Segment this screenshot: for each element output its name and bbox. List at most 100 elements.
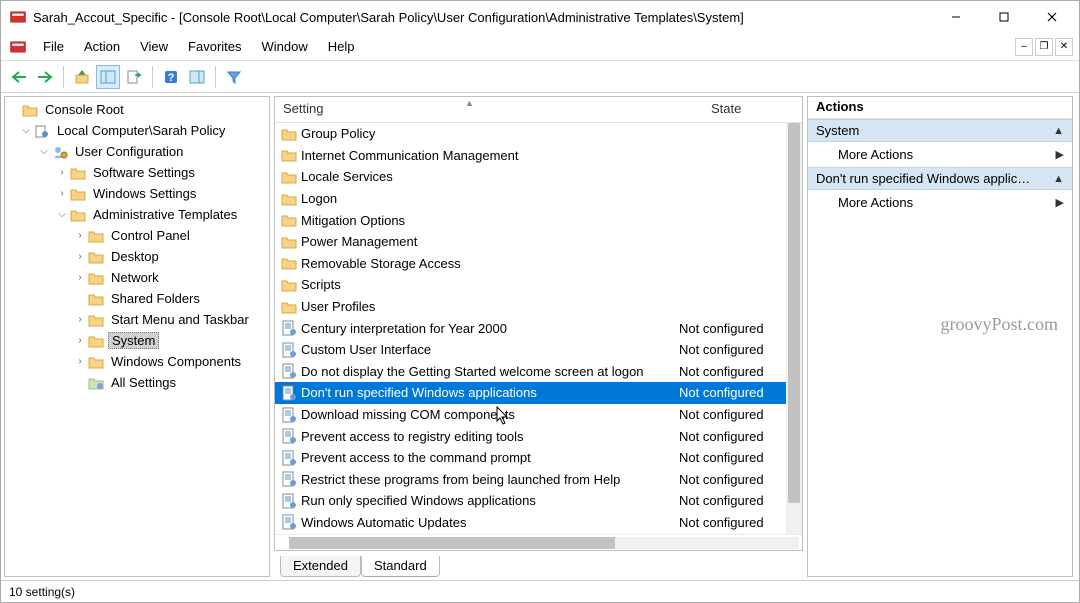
menu-view[interactable]: View [130,35,178,58]
row-label: Removable Storage Access [301,256,461,271]
help-button[interactable]: ? [159,65,183,89]
status-bar: 10 setting(s) [1,580,1079,602]
list-folder-item[interactable]: User Profiles [275,296,802,318]
row-label: Run only specified Windows applications [301,493,536,508]
up-button[interactable] [70,65,94,89]
menu-file[interactable]: File [33,35,74,58]
list-setting-item[interactable]: Prevent access to registry editing tools… [275,425,802,447]
list-setting-item[interactable]: Restrict these programs from being launc… [275,469,802,491]
mdi-restore-button[interactable]: ❐ [1035,38,1053,56]
chevron-right-icon: ▶ [1056,148,1064,161]
row-state: Not configured [679,515,764,530]
export-button[interactable] [122,65,146,89]
console-icon [9,38,27,56]
list-folder-item[interactable]: Logon [275,188,802,210]
tree-system[interactable]: › System [5,330,269,351]
filter-button[interactable] [222,65,246,89]
menu-favorites[interactable]: Favorites [178,35,251,58]
status-text: 10 setting(s) [9,585,75,599]
action-more-selected[interactable]: More Actions ▶ [808,190,1072,215]
show-hide-tree-button[interactable] [96,65,120,89]
list-setting-item[interactable]: Do not display the Getting Started welco… [275,361,802,383]
row-state: Not configured [679,321,764,336]
actions-panel: Actions System ▲ More Actions ▶ Don't ru… [807,96,1073,577]
list-folder-item[interactable]: Scripts [275,274,802,296]
list-setting-item[interactable]: Custom User Interface Not configured [275,339,802,361]
menu-bar: File Action View Favorites Window Help –… [1,33,1079,61]
row-label: Prevent access to registry editing tools [301,429,524,444]
show-hide-actions-button[interactable] [185,65,209,89]
list-setting-item[interactable]: Download missing COM componentsNot confi… [275,404,802,426]
row-label: Group Policy [301,126,375,141]
list-setting-item[interactable]: Prevent access to the command promptNot … [275,447,802,469]
list-folder-item[interactable]: Removable Storage Access [275,253,802,275]
close-button[interactable] [1029,2,1075,32]
row-label: Prevent access to the command prompt [301,450,531,465]
row-state: Not configured [679,385,764,400]
actions-header: Actions [808,97,1072,119]
mdi-minimize-button[interactable]: – [1015,38,1033,56]
action-group-system[interactable]: System ▲ [808,119,1072,142]
column-header-setting[interactable]: Setting [275,97,679,122]
tree-control-panel[interactable]: › Control Panel [5,225,269,246]
minimize-button[interactable] [933,2,979,32]
tree-local-computer-policy[interactable]: ⌵ Local Computer\Sarah Policy [5,120,269,141]
watermark: groovyPost.com [940,314,1058,335]
action-group-selected[interactable]: Don't run specified Windows applicat... … [808,167,1072,190]
chevron-up-icon: ▲ [1053,125,1064,137]
tree-windows-settings[interactable]: › Windows Settings [5,183,269,204]
forward-button[interactable] [33,65,57,89]
maximize-button[interactable] [981,2,1027,32]
back-button[interactable] [7,65,31,89]
tree-desktop[interactable]: › Desktop [5,246,269,267]
row-label: Century interpretation for Year 2000 [301,321,507,336]
tabs-bar: Extended Standard [274,553,803,577]
tab-standard[interactable]: Standard [361,556,440,577]
tab-extended[interactable]: Extended [280,556,361,577]
row-state: Not configured [679,407,764,422]
settings-list[interactable]: Group Policy Internet Communication Manag… [275,123,802,534]
tree-administrative-templates[interactable]: ⌵ Administrative Templates [5,204,269,225]
tree-shared-folders[interactable]: › Shared Folders [5,288,269,309]
chevron-right-icon: ▶ [1056,196,1064,209]
window-title: Sarah_Accout_Specific - [Console Root\Lo… [33,10,933,25]
list-folder-item[interactable]: Locale Services [275,166,802,188]
tree-start-menu[interactable]: › Start Menu and Taskbar [5,309,269,330]
mdi-close-button[interactable]: ✕ [1055,38,1073,56]
list-folder-item[interactable]: Mitigation Options [275,209,802,231]
row-state: Not configured [679,472,764,487]
row-state: Not configured [679,342,764,357]
row-label: Custom User Interface [301,342,431,357]
title-bar: Sarah_Accout_Specific - [Console Root\Lo… [1,1,1079,33]
row-label: Windows Automatic Updates [301,515,466,530]
list-folder-item[interactable]: Power Management [275,231,802,253]
tree-all-settings[interactable]: › All Settings [5,372,269,393]
row-label: Power Management [301,234,417,249]
horizontal-scrollbar[interactable] [289,537,799,549]
tree-console-root[interactable]: ▸ Console Root [5,99,269,120]
menu-action[interactable]: Action [74,35,130,58]
tree-panel[interactable]: ▸ Console Root ⌵ Local Computer\Sarah Po… [4,96,270,577]
menu-window[interactable]: Window [252,35,318,58]
row-state: Not configured [679,429,764,444]
action-more-system[interactable]: More Actions ▶ [808,142,1072,167]
tree-network[interactable]: › Network [5,267,269,288]
svg-text:?: ? [168,72,175,84]
column-header-state[interactable]: State [679,97,802,122]
row-label: Don't run specified Windows applications [301,385,537,400]
menu-help[interactable]: Help [318,35,365,58]
row-label: Internet Communication Management [301,148,519,163]
tree-software-settings[interactable]: › Software Settings [5,162,269,183]
tree-windows-components[interactable]: › Windows Components [5,351,269,372]
list-folder-item[interactable]: Group Policy [275,123,802,145]
list-setting-item[interactable]: Don't run specified Windows applications… [275,382,802,404]
row-label: Do not display the Getting Started welco… [301,364,644,379]
list-folder-item[interactable]: Internet Communication Management [275,145,802,167]
list-setting-item[interactable]: Run only specified Windows applicationsN… [275,490,802,512]
list-setting-item[interactable]: Windows Automatic Updates Not configured [275,512,802,534]
vertical-scrollbar[interactable] [786,123,802,534]
list-setting-item[interactable]: Century interpretation for Year 2000 Not … [275,317,802,339]
sort-indicator-icon: ▲ [465,98,474,108]
row-label: Logon [301,191,337,206]
tree-user-configuration[interactable]: ⌵ User Configuration [5,141,269,162]
